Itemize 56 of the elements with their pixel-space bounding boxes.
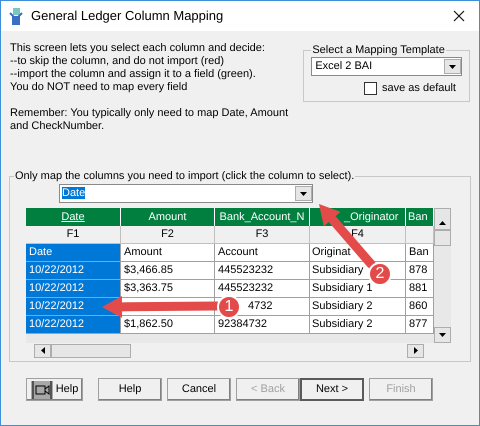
table-cell: 10/22/2012: [26, 316, 121, 334]
column-field-header[interactable]: [406, 226, 434, 244]
mapping-legend: Only map the columns you need to import (click the column to select).: [14, 170, 356, 183]
app-icon: [9, 7, 23, 25]
scroll-up-button[interactable]: [434, 208, 451, 230]
column-mapping-header[interactable]: Date: [26, 208, 121, 226]
column-field-header[interactable]: F3: [215, 226, 310, 244]
table-cell: 878: [406, 262, 434, 280]
table-cell: 92384732: [215, 316, 310, 334]
table-cell: Ban: [406, 244, 434, 262]
horizontal-scrollbar-thumb[interactable]: [51, 344, 131, 358]
scroll-left-button[interactable]: [34, 344, 51, 358]
column-mapping-header[interactable]: Bank_Account_N: [215, 208, 310, 226]
window-title: General Ledger Column Mapping: [31, 7, 224, 26]
table-cell: Subsidiary 1: [310, 280, 406, 298]
dialog-button[interactable]: Cancel: [167, 378, 231, 401]
table-cell: 445523232: [215, 262, 310, 280]
table-cell: Amount: [121, 244, 215, 262]
scroll-right-button[interactable]: [407, 344, 424, 358]
video-camera-icon: [30, 380, 53, 398]
table-cell: 881: [406, 280, 434, 298]
dialog-button[interactable]: Next >: [300, 378, 364, 401]
field-value: Date: [62, 187, 86, 200]
table-cell: 445523232: [215, 280, 310, 298]
column-mapping-header[interactable]: Ban: [406, 208, 434, 226]
table-cell: Subsidiary 2: [310, 316, 406, 334]
table-cell: Subsidiary 2: [310, 298, 406, 316]
column-field-header[interactable]: F2: [121, 226, 215, 244]
table-cell: $3,466.85: [121, 262, 215, 280]
scroll-down-button[interactable]: [434, 327, 451, 343]
reminder-text: Remember: You typically only need to map Date, Amount and CheckNumber.: [10, 107, 290, 133]
table-cell: 877: [406, 316, 434, 334]
table-cell: $1,862.50: [121, 316, 215, 334]
dialog-button[interactable]: Help: [98, 378, 162, 401]
vertical-scrollbar[interactable]: [434, 208, 451, 343]
save-default-checkbox[interactable]: [364, 82, 377, 95]
template-dropdown[interactable]: Excel 2 BAI: [311, 57, 462, 76]
down-arrow-icon: [439, 333, 446, 337]
template-legend: Select a Mapping Template: [311, 44, 446, 57]
column-field-header[interactable]: F1: [26, 226, 121, 244]
table-cell: $3,363.75: [121, 280, 215, 298]
table-cell: 860: [406, 298, 434, 316]
left-arrow-icon: [40, 347, 44, 354]
up-arrow-icon: [439, 221, 446, 225]
save-default-label: save as default: [382, 81, 456, 96]
field-dropdown[interactable]: Date: [59, 184, 313, 203]
table-cell: Account: [215, 244, 310, 262]
table-cell: Date: [26, 244, 121, 262]
help-video-button[interactable]: Help: [26, 378, 83, 401]
table-cell: 10/22/2012: [26, 262, 121, 280]
vertical-scrollbar-thumb[interactable]: [434, 230, 451, 246]
instructions-text: This screen lets you select each column and decide: --to skip the column, and do not import (red) --import the column and assign it to a field (green). You do NOT need to map every field: [10, 42, 266, 94]
table-cell: 10/22/2012: [26, 280, 121, 298]
right-arrow-icon: [414, 347, 418, 354]
close-icon[interactable]: [453, 10, 465, 22]
column-mapping-header[interactable]: Amount: [121, 208, 215, 226]
